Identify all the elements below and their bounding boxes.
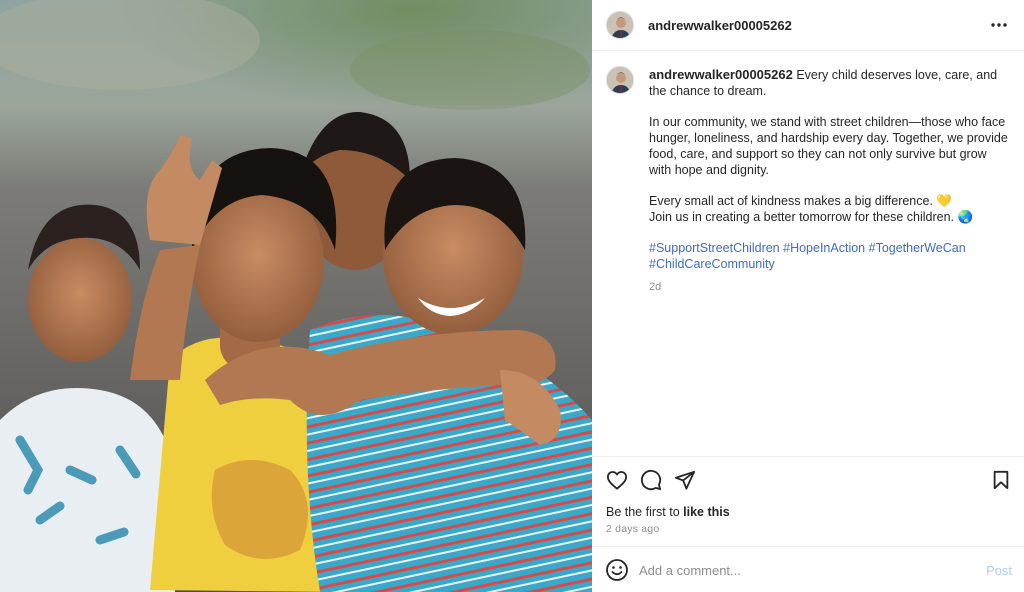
post-comment-button[interactable]: Post <box>986 563 1012 578</box>
post-timestamp[interactable]: 2 days ago <box>606 523 659 535</box>
hashtag-link[interactable]: #TogetherWeCan <box>869 241 966 255</box>
photo-illustration <box>0 0 592 592</box>
avatar-image <box>607 67 633 93</box>
post-header: andrewwalker00005262 <box>592 0 1024 51</box>
caption-timestamp[interactable]: 2d <box>649 279 1011 295</box>
hashtags: #SupportStreetChildren #HopeInAction #To… <box>649 240 1011 272</box>
comment-input[interactable] <box>639 559 959 581</box>
avatar-image <box>607 12 633 38</box>
send-glyph <box>675 470 695 490</box>
send-icon[interactable] <box>672 467 698 493</box>
caption-kindness-line: Every small act of kindness makes a big … <box>649 194 952 208</box>
heart-icon[interactable] <box>604 467 630 493</box>
caption-paragraph: In our community, we stand with street c… <box>649 115 1008 177</box>
comment-box: Post <box>592 546 1024 592</box>
more-options-dots <box>991 23 1007 27</box>
post-photo[interactable] <box>0 0 592 592</box>
likes-summary: Be the first to like this <box>606 505 730 519</box>
hashtag-link[interactable]: #SupportStreetChildren <box>649 241 780 255</box>
action-bar: Be the first to like this 2 days ago <box>592 456 1024 546</box>
hashtag-link[interactable]: #ChildCareCommunity <box>649 257 775 271</box>
bookmark-glyph <box>993 470 1009 490</box>
author-avatar[interactable] <box>606 11 634 39</box>
caption-join-line: Join us in creating a better tomorrow fo… <box>649 210 974 224</box>
comment-glyph <box>640 469 662 491</box>
caption-line1: andrewwalker00005262 Every child deserve… <box>649 67 1011 99</box>
emoji-icon[interactable] <box>605 558 629 582</box>
comment-icon[interactable] <box>638 467 664 493</box>
emoji-glyph <box>606 559 628 581</box>
post-details-panel: andrewwalker00005262 andrewwalker0000526… <box>592 0 1024 592</box>
caption-section: andrewwalker00005262 Every child deserve… <box>592 52 1024 455</box>
author-username[interactable]: andrewwalker00005262 <box>648 18 792 33</box>
like-this-link[interactable]: like this <box>683 505 730 519</box>
caption-avatar[interactable] <box>606 66 634 94</box>
hashtag-link[interactable]: #HopeInAction <box>783 241 865 255</box>
more-options-icon[interactable] <box>988 14 1010 36</box>
bookmark-icon[interactable] <box>988 467 1014 493</box>
heart-glyph <box>607 471 627 490</box>
likes-prefix: Be the first to <box>606 505 684 519</box>
caption-text: andrewwalker00005262 Every child deserve… <box>649 67 1011 295</box>
caption-username[interactable]: andrewwalker00005262 <box>649 67 793 82</box>
